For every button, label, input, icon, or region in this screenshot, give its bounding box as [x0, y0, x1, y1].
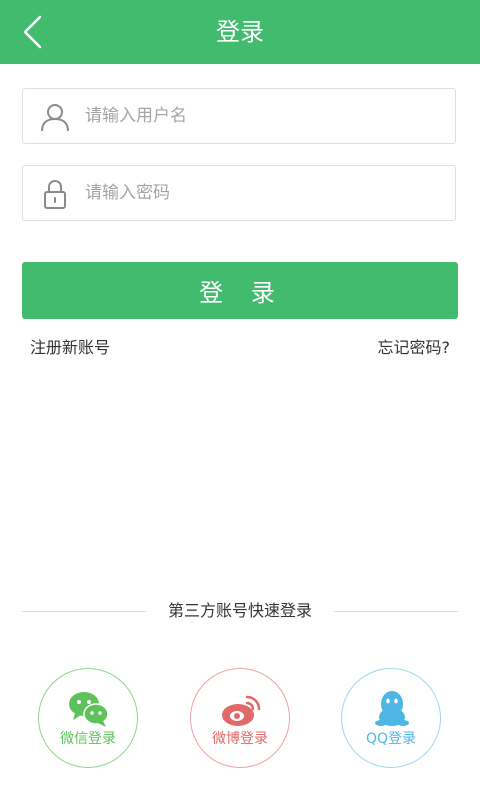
weibo-icon: [222, 695, 261, 726]
user-icon: [41, 104, 69, 132]
username-field[interactable]: [22, 88, 456, 144]
password-field[interactable]: [22, 165, 456, 221]
qq-icon: [375, 691, 409, 726]
wechat-login-label: 微信登录: [60, 731, 116, 747]
third-party-divider: 第三方账号快速登录: [22, 600, 458, 622]
qq-login-label: QQ登录: [365, 731, 417, 747]
lock-icon: [44, 179, 66, 209]
login-button[interactable]: 登 录: [22, 262, 458, 319]
divider-line-right: [334, 611, 458, 612]
qq-login-button[interactable]: QQ登录: [341, 668, 441, 768]
weibo-login-label: 微博登录: [212, 731, 268, 747]
weibo-login-button[interactable]: 微博登录: [190, 668, 290, 768]
password-input[interactable]: [85, 166, 445, 220]
username-input[interactable]: [85, 89, 445, 143]
wechat-login-button[interactable]: 微信登录: [38, 668, 138, 768]
top-bar: 登录: [0, 0, 480, 64]
wechat-icon: [69, 692, 109, 727]
register-link[interactable]: 注册新账号: [30, 337, 110, 359]
page-title: 登录: [216, 18, 264, 46]
forgot-password-link[interactable]: 忘记密码?: [378, 337, 451, 359]
